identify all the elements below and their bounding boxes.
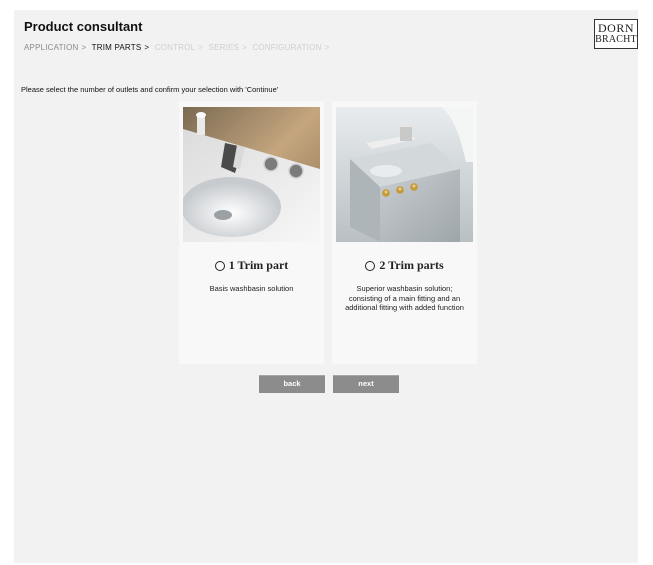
next-button[interactable]: next <box>333 375 399 393</box>
option-title-text: 2 Trim parts <box>379 258 444 272</box>
basin-single-trim-photo <box>183 107 320 242</box>
breadcrumb-configuration: CONFIGURATION <box>252 43 322 52</box>
option-card-2-trim-parts[interactable]: 2 Trim parts Superior washbasin solution… <box>332 101 477 364</box>
breadcrumb-trim-parts: TRIM PARTS <box>91 43 142 52</box>
instruction-text: Please select the number of outlets and … <box>21 85 279 94</box>
option-title-text: 1 Trim part <box>228 258 289 272</box>
option-title-2[interactable]: 2 Trim parts <box>332 258 477 273</box>
radio-icon[interactable] <box>214 260 225 271</box>
breadcrumb-application[interactable]: APPLICATION <box>24 43 79 52</box>
page-title: Product consultant <box>24 19 143 34</box>
option-description-2: Superior washbasin solution; consisting … <box>345 284 464 312</box>
breadcrumb-separator: > <box>144 43 150 52</box>
breadcrumb-separator: > <box>81 43 87 52</box>
basin-double-trim-photo <box>336 107 473 242</box>
back-button[interactable]: back <box>259 375 325 393</box>
brand-logo: DORN BRACHT <box>594 19 638 49</box>
logo-text-line2: BRACHT <box>595 34 637 45</box>
breadcrumb-series: SERIES <box>208 43 240 52</box>
breadcrumb-separator: > <box>324 43 330 52</box>
breadcrumb: APPLICATION > TRIM PARTS > CONTROL > SERIES… <box>24 43 332 52</box>
option-description-1: Basis washbasin solution <box>209 284 294 293</box>
breadcrumb-separator: > <box>242 43 247 52</box>
content-panel: Product consultant APPLICATION > TRIM PAR… <box>14 10 638 563</box>
breadcrumb-separator: > <box>198 43 204 52</box>
logo-text-line1: DORN <box>597 21 634 35</box>
radio-icon[interactable] <box>365 260 376 271</box>
option-title-1[interactable]: 1 Trim part <box>179 258 324 273</box>
breadcrumb-control: CONTROL <box>154 43 196 52</box>
option-card-1-trim-part[interactable]: 1 Trim part Basis washbasin solution <box>179 101 324 364</box>
